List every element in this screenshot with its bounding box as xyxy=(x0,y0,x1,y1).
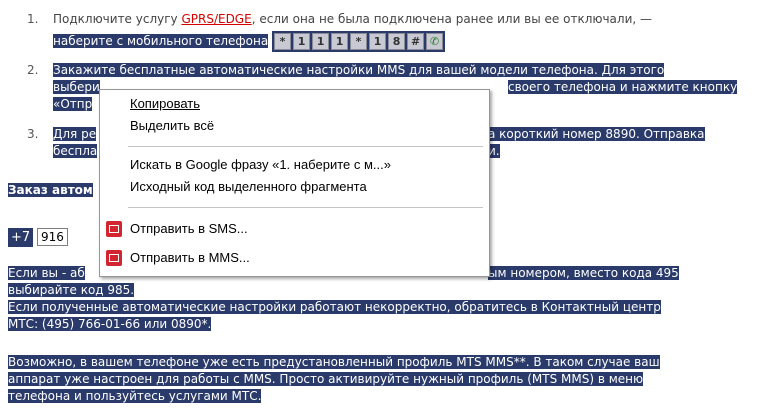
list-number-3: 3. xyxy=(27,127,39,141)
list-item-3-line1-right: а короткий номер 8890. Отправка xyxy=(488,127,705,141)
menu-item-view-source[interactable]: Исходный код выделенного фрагмента xyxy=(100,176,489,198)
list-item-3-line1-left: Для ре xyxy=(53,127,97,141)
menu-separator xyxy=(128,207,483,208)
ussd-keypad: * 1 1 1 * 1 8 # ✆ xyxy=(272,31,446,52)
menu-separator xyxy=(128,146,483,147)
key-1: 1 xyxy=(293,33,311,50)
key-hash: # xyxy=(407,33,425,50)
para1-line4: МТС: (495) 766-01-66 или 0890*. xyxy=(8,317,212,331)
menu-item-send-mms[interactable]: Отправить в MMS... xyxy=(100,247,489,269)
menu-item-copy-label: Копировать xyxy=(130,96,200,111)
para1-line3: Если полученные автоматические настройки… xyxy=(8,300,661,314)
menu-item-select-all[interactable]: Выделить всё xyxy=(100,115,489,137)
key-1: 1 xyxy=(331,33,349,50)
para1-line1-left: Если вы - аб xyxy=(8,266,85,280)
menu-item-send-sms-label: Отправить в SMS... xyxy=(130,221,248,236)
para2-line3: телефона и пользуйтесь услугами МТС. xyxy=(8,389,262,403)
list-item-2-line3: «Отпр xyxy=(53,97,93,111)
phone-row: +7 916 xyxy=(8,227,68,247)
order-heading: Заказ автом xyxy=(8,183,93,197)
menu-item-view-source-label: Исходный код выделенного фрагмента xyxy=(130,179,367,194)
para2-line1: Возможно, в вашем телефоне уже есть пред… xyxy=(8,355,660,369)
list-item-1-line1: Подключите услугу GPRS/EDGE, если она не… xyxy=(53,12,652,26)
dial-instruction: наберите с мобильного телефона xyxy=(53,34,269,48)
list-number-1: 1. xyxy=(27,12,39,26)
para1-line2: выбирайте код 985. xyxy=(8,283,135,297)
menu-item-send-sms[interactable]: Отправить в SMS... xyxy=(100,218,489,240)
list-item-1-text: Подключите услугу xyxy=(53,12,182,26)
list-item-2-line1: Закажите бесплатные автоматические настр… xyxy=(53,63,665,77)
menu-item-select-all-label: Выделить всё xyxy=(130,118,215,133)
call-icon: ✆ xyxy=(426,33,444,50)
list-item-3-line2-left: беспла xyxy=(53,144,98,158)
menu-item-search-google[interactable]: Искать в Google фразу «1. наберите с м..… xyxy=(100,154,489,176)
mail-icon xyxy=(106,250,122,266)
list-item-2-line2-right: своего телефона и нажмите кнопку xyxy=(508,80,738,94)
key-8: 8 xyxy=(388,33,406,50)
key-1: 1 xyxy=(369,33,387,50)
menu-item-copy[interactable]: Копировать xyxy=(100,93,489,115)
para2-line2: аппарат уже настроен для работы с MMS. П… xyxy=(8,372,644,386)
key-star: * xyxy=(350,33,368,50)
context-menu: Копировать Выделить всё Искать в Google … xyxy=(99,89,490,277)
list-item-1-text-after: , если она не была подключена ранее или … xyxy=(251,12,653,26)
menu-item-send-mms-label: Отправить в MMS... xyxy=(130,250,250,265)
para1-line1-right: ым номером, вместо кода 495 xyxy=(488,266,679,280)
mail-icon xyxy=(106,221,122,237)
operator-code-select[interactable]: 916 xyxy=(37,228,68,246)
gprs-edge-link[interactable]: GPRS/EDGE xyxy=(181,12,251,26)
list-item-1-line2: наберите с мобильного телефона * 1 1 1 *… xyxy=(53,31,446,52)
list-item-2-line2-left: выбери xyxy=(53,80,100,94)
list-number-2: 2. xyxy=(27,63,39,77)
key-star: * xyxy=(274,33,292,50)
menu-item-search-google-label: Искать в Google фразу «1. наберите с м..… xyxy=(130,157,391,172)
phone-prefix: +7 xyxy=(8,227,34,247)
key-1: 1 xyxy=(312,33,330,50)
